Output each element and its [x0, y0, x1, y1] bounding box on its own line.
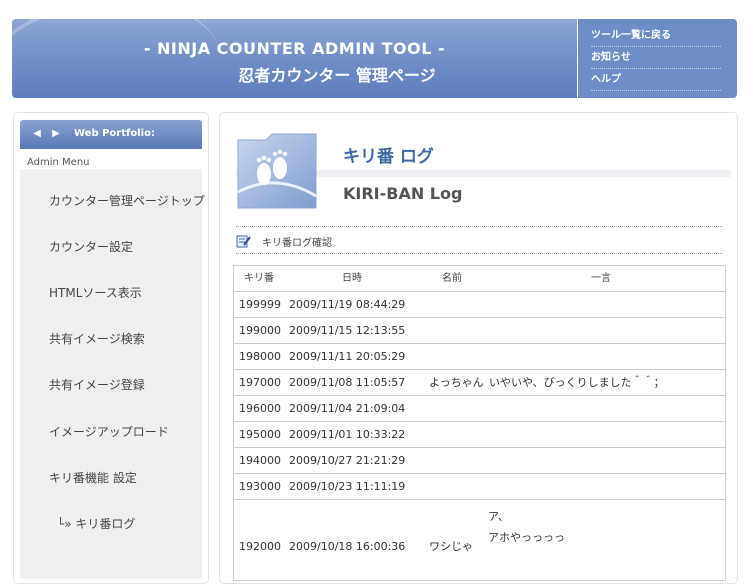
cell-datetime: 2009/11/11 20:05:29	[289, 350, 406, 363]
cell-kiriban: 195000	[239, 428, 281, 441]
cell-name: ワシじゃ	[429, 540, 473, 553]
cell-kiriban: 192000	[239, 540, 281, 553]
cell-kiriban: 199999	[239, 298, 281, 311]
arrow-right-icon[interactable]: ▶	[50, 128, 62, 140]
cell-datetime: 2009/10/18 16:00:36	[289, 540, 406, 553]
cell-kiriban: 197000	[239, 376, 281, 389]
cell-datetime: 2009/11/08 11:05:57	[289, 376, 406, 389]
table-row: 195000 2009/11/01 10:33:22	[234, 422, 725, 448]
sidebar-item-counter-settings[interactable]: カウンター設定	[49, 238, 133, 255]
notepad-icon	[236, 235, 251, 248]
footprints-folder-icon	[237, 133, 317, 209]
column-header-kiriban: キリ番	[244, 273, 274, 284]
header-title-en: - NINJA COUNTER ADMIN TOOL -	[143, 39, 446, 58]
table-row: 198000 2009/11/11 20:05:29	[234, 344, 725, 370]
cell-comment-line: ア、	[488, 510, 509, 523]
cell-datetime: 2009/11/15 12:13:55	[289, 324, 406, 337]
table-row: 199000 2009/11/15 12:13:55	[234, 318, 725, 344]
cell-comment-line: アホやっっっっ	[488, 531, 565, 544]
column-header-comment: 一言	[591, 273, 611, 284]
header-swoosh-decoration-2	[12, 19, 231, 98]
cell-comment: いやいや、びっくりしました＾＾；	[489, 376, 665, 389]
admin-menu: カウンター管理ページトップ カウンター設定 HTMLソース表示 共有イメージ検索…	[20, 169, 205, 579]
page-title: キリ番 ログ	[343, 147, 434, 167]
sidebar-header-title: Web Portfolio:	[74, 128, 155, 139]
nav-news-link[interactable]: お知らせ	[591, 47, 721, 69]
sidebar-item-shared-image-register[interactable]: 共有イメージ登録	[49, 376, 145, 393]
cell-datetime: 2009/10/27 21:21:29	[289, 454, 406, 467]
sidebar-item-kiriban-log[interactable]: └» キリ番ログ	[57, 515, 135, 532]
sidebar-item-counter-top[interactable]: カウンター管理ページトップ	[49, 192, 205, 209]
top-nav: ツール一覧に戻る お知らせ ヘルプ	[578, 19, 737, 98]
divider	[236, 253, 723, 254]
cell-kiriban: 198000	[239, 350, 281, 363]
nav-help-link[interactable]: ヘルプ	[591, 69, 721, 91]
cell-kiriban: 194000	[239, 454, 281, 467]
table-row: 197000 2009/11/08 11:05:57 よっちゃん いやいや、びっ…	[234, 370, 725, 396]
page-subtitle: KIRI-BAN Log	[343, 184, 463, 203]
nav-tool-list-link[interactable]: ツール一覧に戻る	[591, 25, 721, 47]
cell-kiriban: 193000	[239, 480, 281, 493]
divider	[236, 226, 723, 227]
cell-name: よっちゃん	[429, 376, 484, 389]
sidebar-item-html-source[interactable]: HTMLソース表示	[49, 284, 142, 301]
table-row: 193000 2009/10/23 11:11:19	[234, 474, 725, 500]
table-row: 196000 2009/11/04 21:09:04	[234, 396, 725, 422]
section-label: キリ番ログ確認	[262, 238, 332, 249]
cell-kiriban: 199000	[239, 324, 281, 337]
table-row: 194000 2009/10/27 21:21:29	[234, 448, 725, 474]
column-header-name: 名前	[442, 273, 462, 284]
cell-datetime: 2009/11/01 10:33:22	[289, 428, 406, 441]
table-row: 199999 2009/11/19 08:44:29	[234, 292, 725, 318]
kiriban-log-table: キリ番 日時 名前 一言 199999 2009/11/19 08:44:29 …	[233, 265, 726, 581]
cell-datetime: 2009/11/19 08:44:29	[289, 298, 406, 311]
sidebar-header: ◀ ▶ Web Portfolio:	[20, 120, 202, 149]
sidebar: ◀ ▶ Web Portfolio: Admin Menu カウンター管理ページ…	[13, 112, 209, 584]
column-header-datetime: 日時	[342, 273, 362, 284]
table-header-row: キリ番 日時 名前 一言	[234, 266, 725, 292]
cell-kiriban: 196000	[239, 402, 281, 415]
admin-menu-label: Admin Menu	[27, 157, 90, 168]
main-panel: キリ番 ログ KIRI-BAN Log キリ番ログ確認 キリ番 日時 名前 一言…	[219, 112, 738, 584]
arrow-left-icon[interactable]: ◀	[31, 128, 43, 140]
sidebar-item-kiriban-settings[interactable]: キリ番機能 設定	[49, 469, 137, 486]
sidebar-item-shared-image-search[interactable]: 共有イメージ検索	[49, 330, 145, 347]
cell-datetime: 2009/10/23 11:11:19	[289, 480, 406, 493]
sidebar-item-image-upload[interactable]: イメージアップロード	[49, 423, 169, 440]
header-banner: - NINJA COUNTER ADMIN TOOL - 忍者カウンター 管理ペ…	[12, 19, 577, 98]
cell-datetime: 2009/11/04 21:09:04	[289, 402, 406, 415]
header-title-jp: 忍者カウンター 管理ページ	[238, 66, 436, 85]
